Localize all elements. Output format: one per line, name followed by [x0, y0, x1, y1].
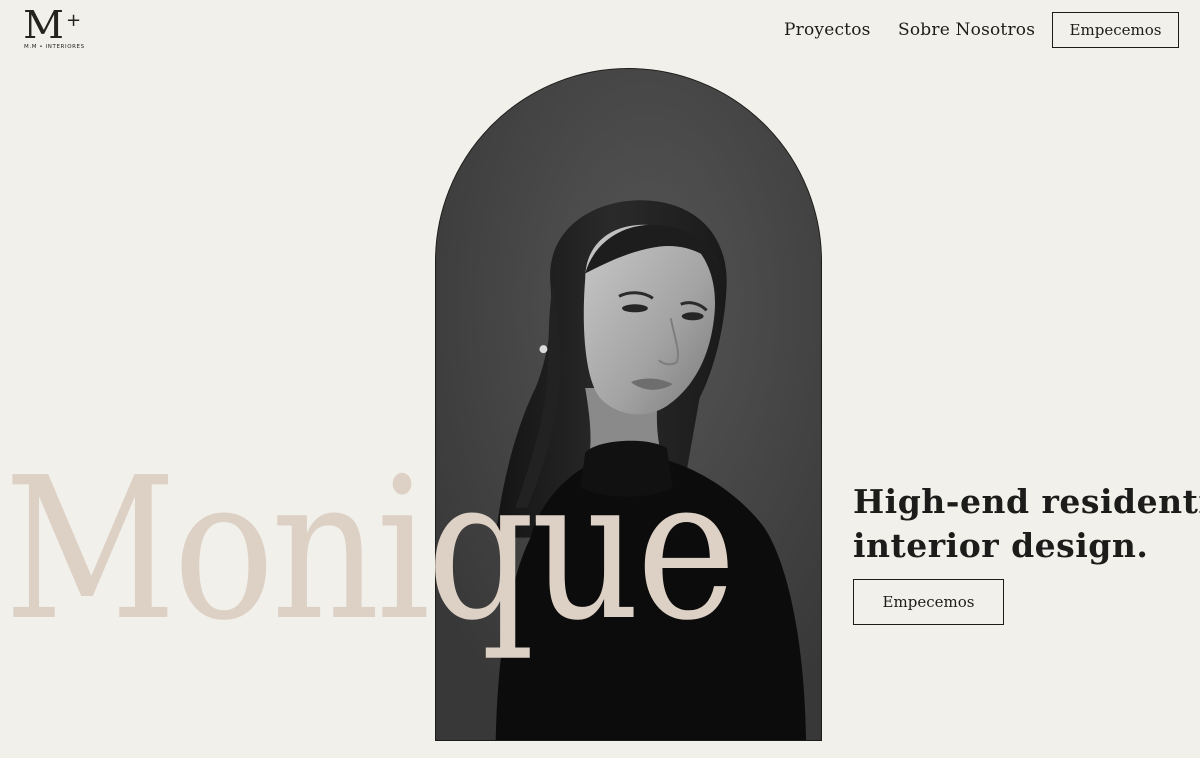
logo-plus-icon: + [66, 10, 82, 31]
hero-start-button[interactable]: Empecemos [853, 579, 1004, 625]
nav-link-projects[interactable]: Proyectos [784, 19, 871, 41]
hero-headline: High-end residential interior design. [853, 480, 1200, 568]
hero-headline-line2: interior design. [853, 526, 1149, 566]
header-start-button[interactable]: Empecemos [1052, 12, 1179, 48]
logo-subtitle: M.M • INTERIORES [24, 44, 85, 50]
portrait-arch [435, 68, 822, 741]
portrait-photo [436, 69, 821, 740]
logo-mark: M [23, 3, 64, 47]
nav-link-about[interactable]: Sobre Nosotros [898, 19, 1035, 41]
brand-logo[interactable]: M + M.M • INTERIORES [23, 3, 88, 54]
hero-headline-line1: High-end residential [853, 482, 1200, 522]
